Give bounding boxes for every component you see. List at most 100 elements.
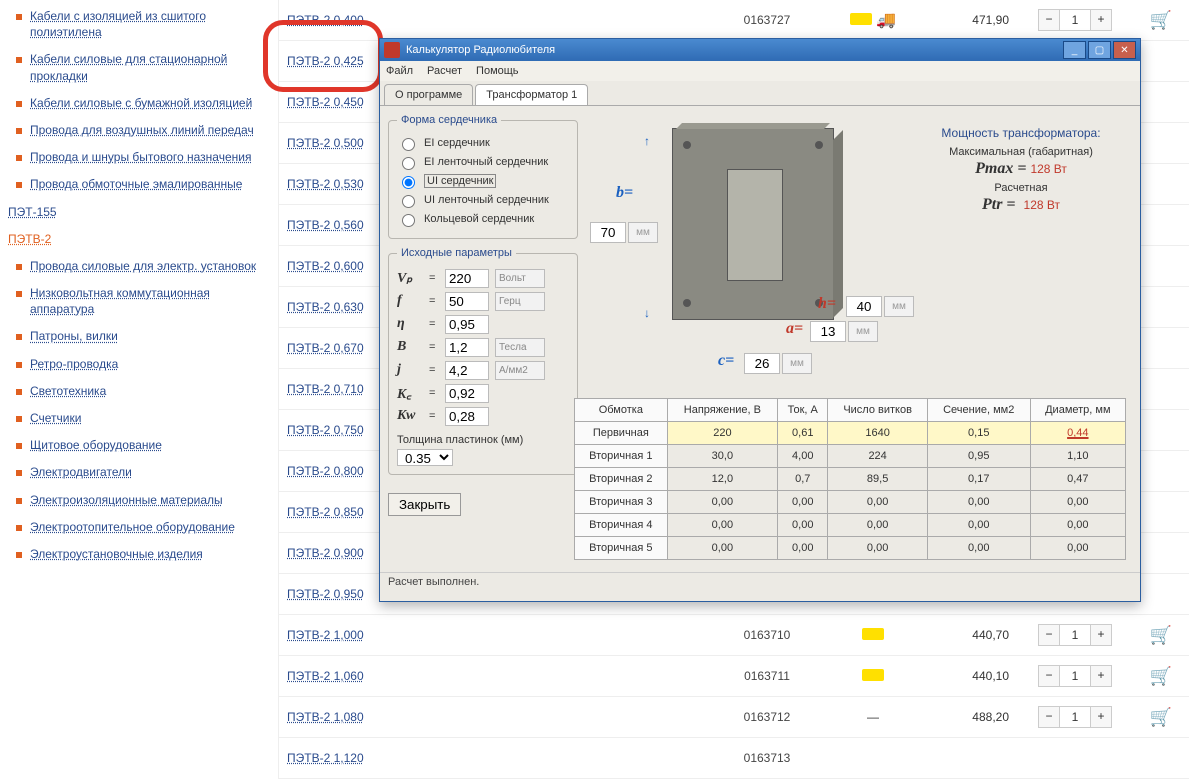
maximize-button[interactable]: ▢ [1088, 41, 1111, 59]
param-input[interactable] [445, 315, 489, 334]
thickness-select[interactable]: 0.35 [397, 449, 453, 466]
qty-minus[interactable]: − [1038, 9, 1060, 31]
sidebar-sublink[interactable]: ПЭТВ-2 [8, 231, 51, 247]
product-link[interactable]: ПЭТВ-2 0,850 [287, 505, 364, 519]
product-link[interactable]: ПЭТВ-2 0,710 [287, 382, 364, 396]
product-link[interactable]: ПЭТВ-2 0,600 [287, 259, 364, 273]
product-link[interactable]: ПЭТВ-2 1,060 [287, 669, 364, 683]
core-radio[interactable]: UI ленточный сердечник [397, 192, 569, 208]
product-link[interactable]: ПЭТВ-2 0,630 [287, 300, 364, 314]
winding-current: 0,00 [778, 537, 828, 560]
param-input[interactable] [445, 269, 489, 288]
sidebar-link[interactable]: Кабели силовые для стационарной прокладк… [30, 51, 268, 83]
sidebar-category[interactable]: Электродвигатели [30, 464, 132, 480]
param-input[interactable] [445, 361, 489, 380]
highlight-circle [263, 20, 383, 92]
winding-voltage: 0,00 [667, 514, 777, 537]
dim-c-input[interactable] [744, 353, 780, 374]
product-link[interactable]: ПЭТВ-2 1,080 [287, 710, 364, 724]
product-link[interactable]: ПЭТВ-2 1,000 [287, 628, 364, 642]
sidebar-sublink[interactable]: ПЭТ-155 [8, 204, 57, 220]
product-link[interactable]: ПЭТВ-2 0,560 [287, 218, 364, 232]
winding-diameter: 0,47 [1030, 468, 1125, 491]
sidebar-link[interactable]: Провода для воздушных линий передач [30, 122, 254, 138]
qty-minus[interactable]: − [1038, 665, 1060, 687]
product-price [921, 738, 1017, 779]
col-header: Обмотка [575, 399, 668, 422]
col-header: Ток, А [778, 399, 828, 422]
param-unit [495, 338, 545, 357]
param-input[interactable] [445, 384, 489, 403]
cart-icon[interactable]: 🛒 [1150, 666, 1172, 686]
product-price: 440,10 [921, 656, 1017, 697]
sidebar-category[interactable]: Счетчики [30, 410, 81, 426]
sidebar-category[interactable]: Низковольтная коммутационная аппаратура [30, 285, 268, 317]
qty-plus[interactable]: + [1090, 624, 1112, 646]
sidebar-category[interactable]: Светотехника [30, 383, 106, 399]
cart-icon[interactable]: 🛒 [1150, 707, 1172, 727]
dialog-title: Калькулятор Радиолюбителя [406, 44, 555, 56]
winding-section: 0,15 [927, 422, 1030, 445]
qty-value[interactable]: 1 [1060, 624, 1090, 646]
winding-turns: 89,5 [828, 468, 927, 491]
winding-name: Вторичная 5 [575, 537, 668, 560]
tab-about[interactable]: О программе [384, 84, 473, 105]
sidebar-category[interactable]: Ретро-проводка [30, 356, 118, 372]
product-link[interactable]: ПЭТВ-2 0,950 [287, 587, 364, 601]
core-radio[interactable]: EI сердечник [397, 135, 569, 151]
winding-diameter: 0,44 [1030, 422, 1125, 445]
product-link[interactable]: ПЭТВ-2 0,900 [287, 546, 364, 560]
tab-transformer[interactable]: Трансформатор 1 [475, 84, 588, 105]
winding-turns: 0,00 [828, 514, 927, 537]
core-radio[interactable]: Кольцевой сердечник [397, 211, 569, 227]
core-radio[interactable]: UI сердечник [397, 173, 569, 189]
dim-h-input[interactable] [846, 296, 882, 317]
qty-plus[interactable]: + [1090, 706, 1112, 728]
sidebar-category[interactable]: Электроизоляционные материалы [30, 492, 223, 508]
param-input[interactable] [445, 292, 489, 311]
product-link[interactable]: ПЭТВ-2 0,500 [287, 136, 364, 150]
sidebar-link[interactable]: Провода и шнуры бытового назначения [30, 149, 251, 165]
dim-b-input[interactable] [590, 222, 626, 243]
param-input[interactable] [445, 407, 489, 426]
sidebar-link[interactable]: Кабели силовые с бумажной изоляцией [30, 95, 252, 111]
menu-calc[interactable]: Расчет [427, 65, 462, 77]
product-code: 0163710 [709, 615, 825, 656]
product-link[interactable]: ПЭТВ-2 0,530 [287, 177, 364, 191]
menu-help[interactable]: Помощь [476, 65, 519, 77]
qty-value[interactable]: 1 [1060, 9, 1090, 31]
sidebar-category[interactable]: Патроны, вилки [30, 328, 118, 344]
product-link[interactable]: ПЭТВ-2 0,670 [287, 341, 364, 355]
param-symbol: f [397, 293, 423, 309]
winding-section: 0,00 [927, 514, 1030, 537]
qty-plus[interactable]: + [1090, 665, 1112, 687]
qty-plus[interactable]: + [1090, 9, 1112, 31]
param-input[interactable] [445, 338, 489, 357]
core-radio[interactable]: EI ленточный сердечник [397, 154, 569, 170]
sidebar-link[interactable]: Провода обмоточные эмалированные [30, 176, 242, 192]
product-link[interactable]: ПЭТВ-2 0,750 [287, 423, 364, 437]
product-link[interactable]: ПЭТВ-2 0,450 [287, 95, 364, 109]
product-code: 0163727 [709, 0, 825, 41]
sidebar-category[interactable]: Электроустановочные изделия [30, 546, 203, 562]
minimize-button[interactable]: _ [1063, 41, 1086, 59]
qty-value[interactable]: 1 [1060, 665, 1090, 687]
cart-icon[interactable]: 🛒 [1150, 10, 1172, 30]
params-group: Исходные параметры Vₚ = f = η = B = j = … [388, 247, 578, 475]
qty-minus[interactable]: − [1038, 706, 1060, 728]
qty-minus[interactable]: − [1038, 624, 1060, 646]
dim-c-label: c= [718, 352, 734, 370]
sidebar-category[interactable]: Щитовое оборудование [30, 437, 162, 453]
dim-h-label: h= [818, 295, 836, 313]
menu-file[interactable]: Файл [386, 65, 413, 77]
dim-a-input[interactable] [810, 321, 846, 342]
qty-value[interactable]: 1 [1060, 706, 1090, 728]
close-calc-button[interactable]: Закрыть [388, 493, 461, 516]
product-link[interactable]: ПЭТВ-2 0,800 [287, 464, 364, 478]
sidebar-link[interactable]: Провода силовые для электр. установок [30, 258, 256, 274]
close-button[interactable]: ✕ [1113, 41, 1136, 59]
cart-icon[interactable]: 🛒 [1150, 625, 1172, 645]
product-link[interactable]: ПЭТВ-2 1,120 [287, 751, 364, 765]
sidebar-link[interactable]: Кабели с изоляцией из сшитого полиэтилен… [30, 8, 268, 40]
sidebar-category[interactable]: Электроотопительное оборудование [30, 519, 235, 535]
